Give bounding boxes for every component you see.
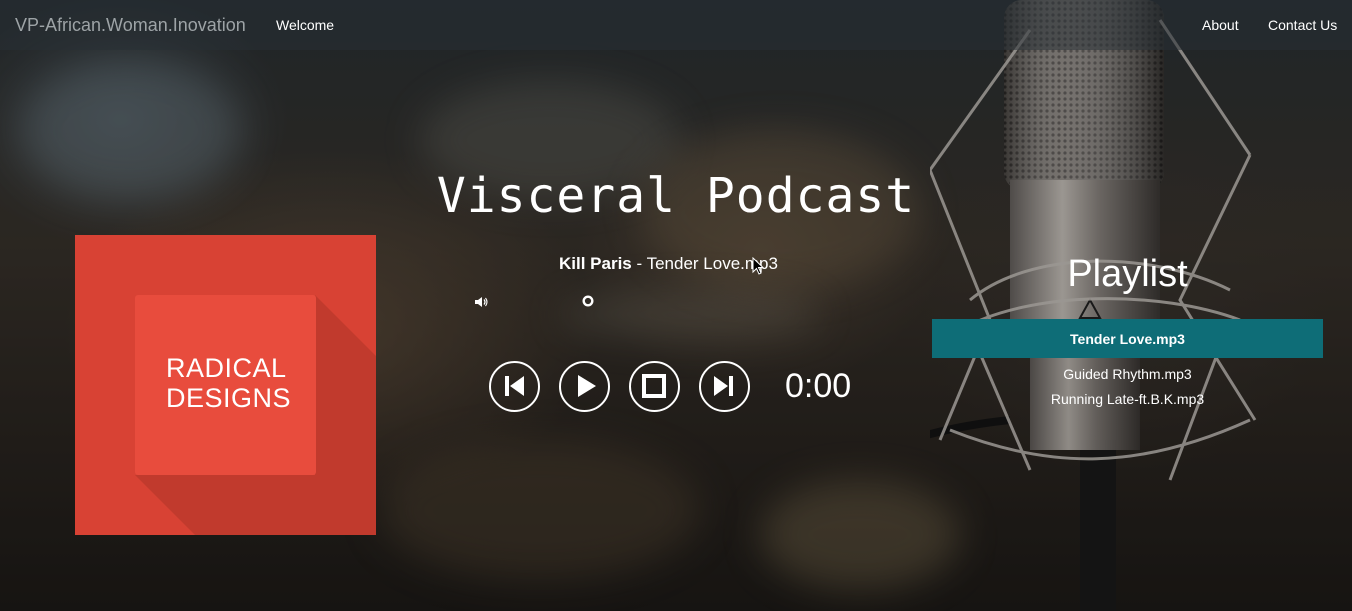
volume-icon[interactable] — [474, 296, 488, 308]
playlist-item-label: Tender Love.mp3 — [1070, 331, 1185, 347]
next-button[interactable] — [699, 361, 750, 412]
top-navbar: VP-African.Woman.Inovation Welcome About… — [0, 0, 1352, 50]
play-button[interactable] — [559, 361, 610, 412]
playlist-item[interactable]: Guided Rhythm.mp3 — [932, 366, 1323, 382]
page-background: VP-African.Woman.Inovation Welcome About… — [0, 0, 1352, 611]
album-cover-text: RADICAL DESIGNS — [166, 353, 291, 413]
nav-contact-link[interactable]: Contact Us — [1268, 17, 1337, 33]
brand-link[interactable]: VP-African.Woman.Inovation — [15, 15, 246, 36]
mouse-cursor-icon — [752, 257, 765, 275]
previous-icon — [505, 376, 524, 396]
now-playing-separator: - — [631, 254, 647, 273]
playback-time: 0:00 — [785, 367, 852, 405]
now-playing: Kill Paris - Tender Love.mp3 — [559, 254, 778, 274]
playlist-item[interactable]: Running Late-ft.B.K.mp3 — [932, 391, 1323, 407]
nav-about-link[interactable]: About — [1202, 17, 1239, 33]
album-cover: RADICAL DESIGNS — [75, 235, 376, 535]
volume-slider-knob[interactable] — [582, 295, 594, 307]
stop-icon — [642, 374, 666, 398]
previous-button[interactable] — [489, 361, 540, 412]
album-cover-line-1: RADICAL — [166, 353, 287, 383]
playlist-title: Playlist — [1067, 253, 1188, 295]
playlist-item-active[interactable]: Tender Love.mp3 — [932, 319, 1323, 358]
stop-button[interactable] — [629, 361, 680, 412]
play-icon — [578, 375, 596, 397]
nav-welcome-link[interactable]: Welcome — [276, 17, 334, 33]
page-title: Visceral Podcast — [0, 168, 1352, 224]
page-title-text: Visceral Podcast — [436, 168, 916, 224]
next-icon — [714, 376, 733, 396]
now-playing-artist: Kill Paris — [559, 254, 632, 273]
album-cover-line-2: DESIGNS — [166, 383, 292, 413]
